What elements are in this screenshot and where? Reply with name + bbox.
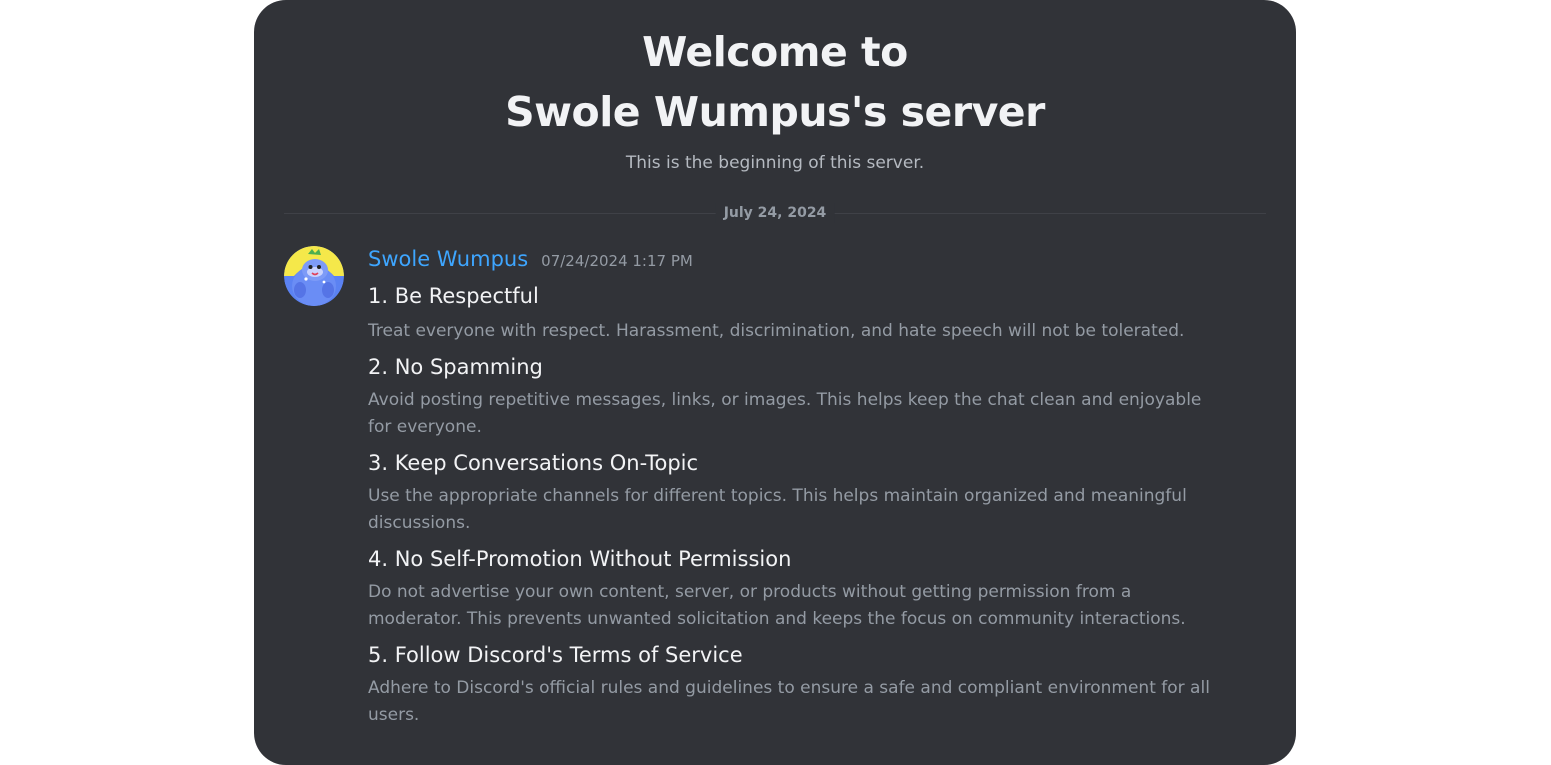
rule-description: Treat everyone with respect. Harassment,…	[368, 321, 1185, 341]
rule-title: 2. No Spamming	[368, 355, 543, 379]
welcome-heading: Welcome to Swole Wumpus's server	[254, 22, 1296, 142]
rule-title: 1. Be Respectful	[368, 284, 539, 308]
welcome-line-1: Welcome to	[642, 28, 908, 76]
message-timestamp: 07/24/2024 1:17 PM	[541, 252, 693, 270]
welcome-subtitle: This is the beginning of this server.	[625, 153, 925, 173]
rule-description: Do not advertise your own content, serve…	[368, 582, 1186, 629]
message-header: Swole Wumpus 07/24/2024 1:17 PM	[368, 244, 1228, 274]
message-username[interactable]: Swole Wumpus	[368, 244, 528, 274]
welcome-server-name: Swole Wumpus's server	[505, 88, 1045, 136]
rule-title: 3. Keep Conversations On-Topic	[368, 451, 699, 475]
date-divider-label: July 24, 2024	[715, 203, 835, 223]
rule-description: Use the appropriate channels for differe…	[368, 486, 1187, 533]
message: Swole Wumpus 07/24/2024 1:17 PM 1. Be Re…	[368, 244, 1228, 729]
rule-title: 5. Follow Discord's Terms of Service	[368, 643, 743, 667]
wumpus-avatar-icon	[284, 246, 344, 306]
server-welcome-card: Welcome to Swole Wumpus's server This is…	[254, 0, 1296, 765]
rule-title: 4. No Self-Promotion Without Permission	[368, 547, 792, 571]
user-avatar[interactable]	[284, 246, 344, 306]
rule-description: Adhere to Discord's official rules and g…	[368, 678, 1210, 725]
rule-description: Avoid posting repetitive messages, links…	[368, 390, 1202, 437]
